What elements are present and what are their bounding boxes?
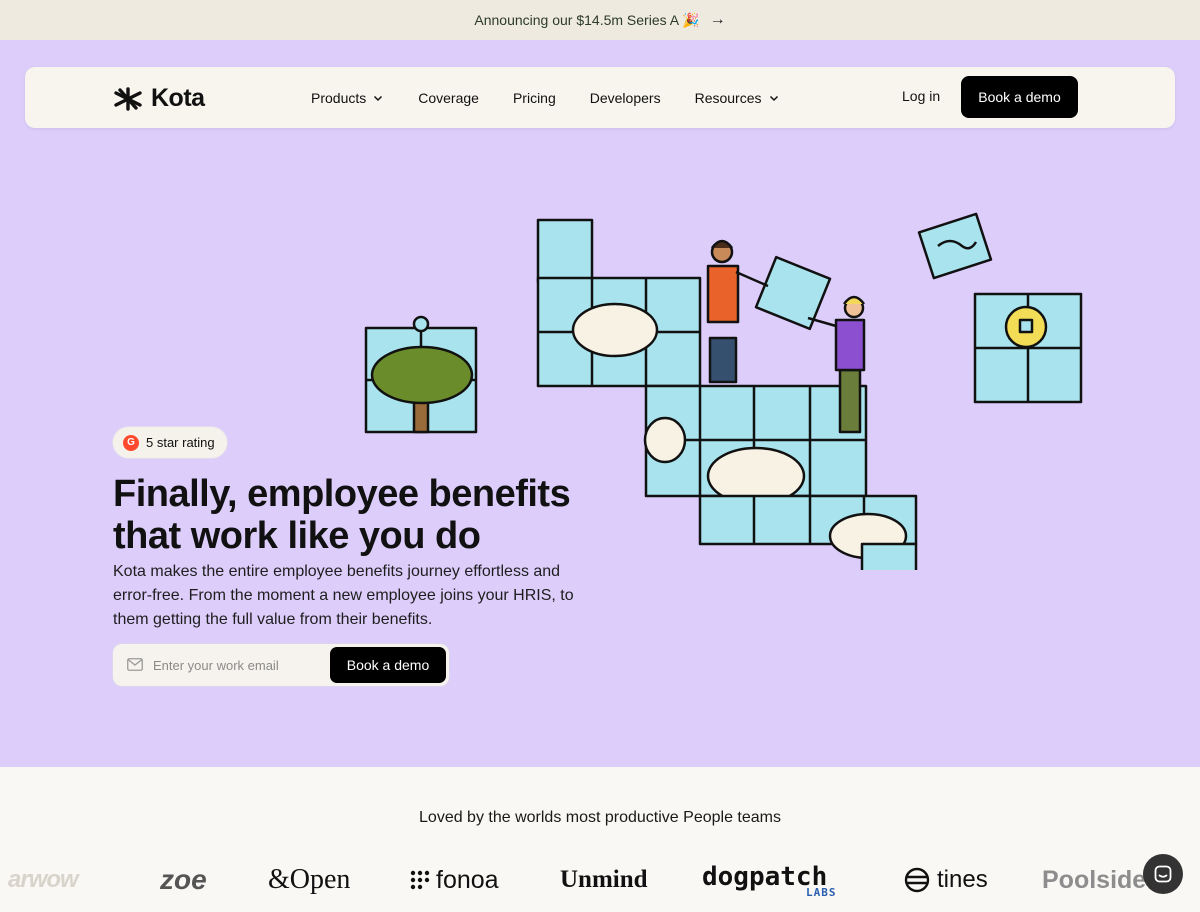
logo-tines: tines (904, 858, 988, 902)
logo-fonoa: fonoa (410, 858, 499, 902)
fonoa-dots-icon (410, 870, 430, 890)
email-signup-form: Book a demo (113, 644, 449, 686)
nav-pricing-label: Pricing (512, 89, 556, 106)
arrow-right-icon[interactable]: → (710, 11, 726, 29)
customers-title: Loved by the worlds most productive Peop… (419, 809, 781, 826)
chevron-down-icon (769, 95, 778, 101)
book-demo-button[interactable]: Book a demo (961, 76, 1078, 118)
logo-zoe: zoe (160, 864, 207, 895)
hero-book-demo-button[interactable]: Book a demo (330, 647, 446, 683)
nav-developers[interactable]: Developers (590, 90, 661, 106)
hero-section: Kota Products Coverage Pricing Developer… (0, 40, 1200, 767)
email-input[interactable] (153, 644, 323, 686)
logo-tines-text: tines (937, 866, 988, 893)
headline-line-2: that work like you do (113, 515, 481, 557)
kota-asterisk-icon (114, 86, 142, 111)
chat-launcher-button[interactable] (1143, 854, 1183, 894)
nav-links: Products Coverage Pricing Developers Res… (311, 67, 780, 128)
logo-fonoa-text: fonoa (436, 865, 499, 894)
g2-logo-icon: G (123, 434, 139, 451)
logo-text: Kota (151, 84, 205, 112)
logo-poolside: Poolside (1042, 865, 1147, 894)
logo-arwow: arwow (8, 866, 79, 893)
announcement-bar[interactable]: Announcing our $14.5m Series A 🎉 → (0, 0, 1200, 40)
logo-andopen: &Open (268, 864, 351, 895)
nav-coverage-label: Coverage (418, 89, 479, 106)
logo-dogpatch: dogpatch LABS (702, 858, 837, 902)
tines-icon (904, 867, 930, 893)
login-link[interactable]: Log in (902, 88, 940, 104)
nav-resources-label: Resources (694, 89, 762, 106)
hero-subtext: Kota makes the entire employee benefits … (113, 563, 574, 628)
chevron-down-icon (374, 95, 383, 101)
chat-icon (1154, 865, 1172, 883)
announcement-text[interactable]: Announcing our $14.5m Series A 🎉 (474, 12, 699, 29)
nav-products-label: Products (311, 89, 367, 106)
nav-developers-label: Developers (589, 89, 661, 106)
logo-dogpatch-labs: LABS (806, 885, 837, 899)
rating-badge: G 5 star rating (113, 427, 227, 458)
navbar: Kota Products Coverage Pricing Developer… (25, 67, 1175, 128)
hero-headline: Finally, employee benefits that work lik… (113, 473, 673, 557)
nav-pricing[interactable]: Pricing (513, 90, 556, 106)
logo[interactable]: Kota (113, 84, 205, 113)
mail-icon (127, 658, 143, 671)
nav-resources[interactable]: Resources (695, 90, 780, 106)
rating-text: 5 star rating (146, 435, 215, 450)
nav-coverage[interactable]: Coverage (418, 90, 479, 106)
headline-line-1: Finally, employee benefits (113, 473, 571, 515)
logo-unmind: Unmind (560, 866, 648, 893)
customer-logos: arwow zoe &Open fonoa Unmind dogpatch LA… (0, 858, 1200, 902)
nav-products[interactable]: Products (311, 90, 384, 106)
